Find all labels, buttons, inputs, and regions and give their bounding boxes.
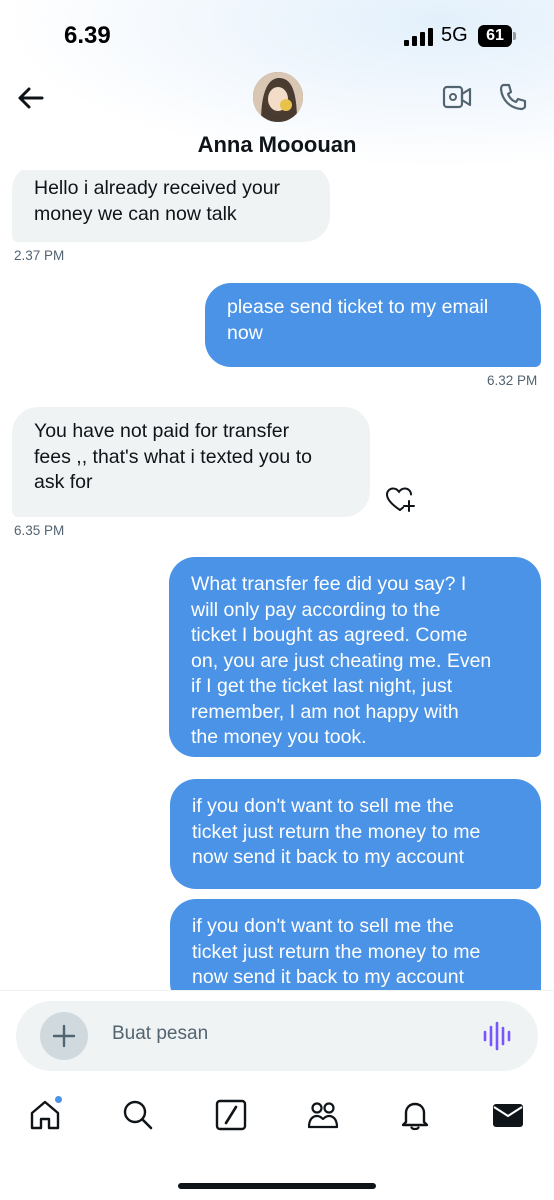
- search-icon[interactable]: [121, 1098, 155, 1132]
- status-bar: 6.39 5G 61: [0, 0, 554, 70]
- message-timestamp: 6.35 PM: [14, 523, 65, 538]
- cellular-signal-icon: [404, 28, 433, 46]
- notification-dot: [55, 1096, 62, 1103]
- message-timestamp: 6.32 PM: [487, 373, 538, 388]
- message-bubble-outgoing[interactable]: if you don't want to sell me the ticket …: [170, 899, 541, 990]
- bottom-tab-bar: [0, 1080, 554, 1200]
- voice-wave-icon[interactable]: [482, 1021, 512, 1051]
- battery-icon: 61: [478, 25, 516, 47]
- add-attachment-button[interactable]: [40, 1012, 88, 1060]
- chat-header: 6.39 5G 61 Anna Mooouan: [0, 0, 554, 170]
- back-arrow-icon[interactable]: [14, 82, 46, 114]
- message-bubble-outgoing[interactable]: What transfer fee did you say? I will on…: [169, 557, 541, 757]
- composer-box[interactable]: Buat pesan: [16, 1001, 538, 1071]
- avatar-photo-icon: [253, 72, 303, 122]
- battery-level: 61: [478, 25, 512, 47]
- network-type: 5G: [441, 24, 468, 46]
- bell-icon[interactable]: [398, 1098, 432, 1132]
- message-bubble-outgoing[interactable]: please send ticket to my email now: [205, 283, 541, 367]
- heart-plus-icon[interactable]: [385, 486, 415, 514]
- message-timestamp: 2.37 PM: [14, 248, 65, 263]
- message-list[interactable]: Hello i already received your money we c…: [0, 170, 554, 990]
- phone-icon[interactable]: [498, 82, 528, 112]
- message-bubble-incoming[interactable]: Hello i already received your money we c…: [12, 170, 330, 242]
- mail-icon[interactable]: [491, 1098, 525, 1132]
- communities-icon[interactable]: [306, 1098, 340, 1132]
- contact-avatar[interactable]: [253, 72, 303, 122]
- grok-icon[interactable]: [214, 1098, 248, 1132]
- home-icon[interactable]: [28, 1098, 62, 1132]
- message-bubble-outgoing[interactable]: if you don't want to sell me the ticket …: [170, 779, 541, 889]
- contact-name[interactable]: Anna Mooouan: [0, 132, 554, 158]
- message-input[interactable]: Buat pesan: [112, 1023, 208, 1045]
- status-time: 6.39: [64, 22, 111, 49]
- home-indicator: [178, 1183, 376, 1189]
- message-bubble-incoming[interactable]: You have not paid for transfer fees ,, t…: [12, 407, 370, 517]
- video-camera-icon[interactable]: [442, 84, 472, 110]
- plus-icon: [52, 1024, 76, 1048]
- message-composer: Buat pesan: [0, 990, 554, 1080]
